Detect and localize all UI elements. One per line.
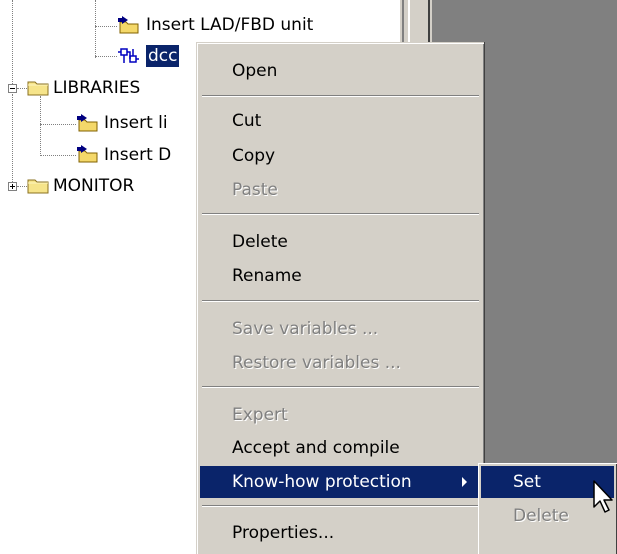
menu-separator [202, 505, 479, 507]
folder-icon [27, 81, 49, 96]
submenu-arrow-icon [462, 477, 467, 487]
tree-line [40, 155, 76, 157]
context-menu: Open Cut Copy Paste Delete Rename Save v… [196, 42, 484, 554]
menu-item-delete[interactable]: Delete [200, 226, 481, 258]
tree-line [17, 88, 27, 90]
expand-icon[interactable] [8, 182, 17, 191]
mouse-pointer-icon [593, 480, 613, 513]
menu-separator [202, 213, 479, 215]
tree-line [95, 56, 117, 58]
folder-icon [27, 179, 49, 194]
tree-line [17, 186, 27, 188]
tree-item-label: LIBRARIES [53, 78, 141, 98]
collapse-icon[interactable] [8, 84, 17, 93]
menu-item-know-how-protection[interactable]: Know-how protection [200, 466, 481, 498]
insert-icon [77, 114, 98, 132]
tree-line [12, 0, 14, 88]
tree-item-label: Insert D [104, 145, 172, 165]
menu-item-restore-variables[interactable]: Restore variables ... [200, 347, 481, 379]
menu-item-accept-compile[interactable]: Accept and compile [200, 432, 481, 464]
menu-item-properties[interactable]: Properties... [200, 517, 481, 549]
menu-item-open[interactable]: Open [200, 55, 481, 87]
menu-item-expert[interactable]: Expert [200, 399, 481, 431]
menu-separator [202, 95, 479, 97]
tree-item-label: Insert LAD/FBD unit [146, 15, 314, 35]
menu-item-cut[interactable]: Cut [200, 105, 481, 137]
tree-item-label: Insert li [104, 113, 168, 133]
tree-line [40, 96, 42, 156]
insert-icon [77, 145, 98, 163]
menu-item-save-variables[interactable]: Save variables ... [200, 313, 481, 345]
menu-item-copy[interactable]: Copy [200, 140, 481, 172]
tree-line [40, 124, 76, 126]
menu-separator [202, 300, 479, 302]
menu-item-paste[interactable]: Paste [200, 174, 481, 206]
tree-item-label: MONITOR [53, 176, 135, 196]
menu-separator [202, 386, 479, 388]
menu-item-rename[interactable]: Rename [200, 260, 481, 292]
menu-item-label: Know-how protection [232, 472, 412, 492]
tree-line [95, 0, 97, 58]
tree-line [12, 94, 14, 186]
tree-item-label: dcc [146, 45, 180, 67]
dcc-block-icon [118, 48, 139, 63]
tree-line [95, 26, 117, 28]
insert-icon [118, 16, 139, 34]
